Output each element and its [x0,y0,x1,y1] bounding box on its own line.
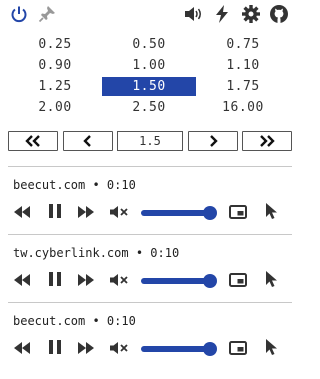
toolbar [0,0,300,28]
rewind-icon [13,340,31,359]
fast-forward-button[interactable] [75,270,97,292]
double-chevron-right-icon [259,132,275,151]
fast-forward-button[interactable] [75,202,97,224]
double-chevron-left-icon [25,132,41,151]
media-item: beecut.com • 0:10 [8,178,292,238]
fast-forward-icon [77,340,95,359]
pin-icon[interactable] [37,4,57,24]
fast-forward-icon [77,272,95,291]
speed-option[interactable]: 2.50 [102,98,196,117]
power-icon[interactable] [9,4,29,24]
media-title: beecut.com • 0:10 [13,178,136,192]
mute-button[interactable] [108,338,130,360]
fast-increase-button[interactable] [242,131,292,151]
pause-button[interactable] [44,338,66,360]
chevron-right-icon [208,132,218,151]
cursor-icon [264,202,278,224]
speed-row: 2.00 2.50 16.00 [8,97,292,118]
media-controls [8,338,292,360]
fast-decrease-button[interactable] [8,131,58,151]
mute-icon [109,272,129,291]
speed-option[interactable]: 16.00 [196,98,290,117]
mute-icon [109,340,129,359]
cursor-button[interactable] [260,270,282,292]
fast-forward-button[interactable] [75,338,97,360]
volume-slider-thumb[interactable] [203,342,217,356]
mute-button[interactable] [108,202,130,224]
speed-nav: 1.5 [8,131,292,151]
media-controls [8,270,292,292]
decrease-button[interactable] [62,131,113,151]
rewind-button[interactable] [11,338,33,360]
increase-button[interactable] [187,131,238,151]
pause-icon [48,271,62,291]
cursor-icon [264,338,278,360]
rewind-button[interactable] [11,202,33,224]
volume-slider[interactable] [141,274,217,288]
speed-row: 0.90 1.00 1.10 [8,55,292,76]
volume-slider-thumb[interactable] [203,274,217,288]
speed-option-selected[interactable]: 1.50 [102,77,196,96]
speed-option[interactable]: 0.50 [102,35,196,54]
cursor-button[interactable] [260,202,282,224]
rewind-button[interactable] [11,270,33,292]
speed-grid: 0.25 0.50 0.75 0.90 1.00 1.10 1.25 1.50 … [8,34,292,118]
speed-option[interactable]: 1.75 [196,77,290,96]
speed-row: 1.25 1.50 1.75 [8,76,292,97]
divider [8,302,292,303]
mute-icon [109,204,129,223]
pause-button[interactable] [44,202,66,224]
cursor-button[interactable] [260,338,282,360]
fast-forward-icon [77,204,95,223]
picture-in-picture-button[interactable] [227,270,249,292]
pause-button[interactable] [44,270,66,292]
picture-in-picture-button[interactable] [227,338,249,360]
chevron-left-icon [82,132,93,151]
volume-icon[interactable] [183,4,203,24]
speed-option[interactable]: 0.90 [8,56,102,75]
picture-in-picture-icon [229,272,247,291]
github-icon[interactable] [269,4,289,24]
speed-option[interactable]: 0.25 [8,35,102,54]
media-item: tw.cyberlink.com • 0:10 [8,246,292,306]
speed-option[interactable]: 0.75 [196,35,290,54]
speed-option[interactable]: 1.00 [102,56,196,75]
media-title: tw.cyberlink.com • 0:10 [13,246,180,260]
cursor-icon [264,270,278,292]
volume-slider[interactable] [141,342,217,356]
speed-option[interactable]: 2.00 [8,98,102,117]
rewind-icon [13,204,31,223]
media-controls [8,202,292,224]
pause-icon [48,339,62,359]
volume-slider[interactable] [141,206,217,220]
media-title: beecut.com • 0:10 [13,314,136,328]
current-speed-display: 1.5 [117,131,183,151]
mute-button[interactable] [108,270,130,292]
picture-in-picture-icon [229,204,247,223]
media-item: beecut.com • 0:10 [8,314,292,374]
speed-option[interactable]: 1.25 [8,77,102,96]
pause-icon [48,203,62,223]
gear-icon[interactable] [241,4,261,24]
lightning-icon[interactable] [212,4,232,24]
rewind-icon [13,272,31,291]
picture-in-picture-icon [229,340,247,359]
divider [8,234,292,235]
volume-slider-thumb[interactable] [203,206,217,220]
speed-row: 0.25 0.50 0.75 [8,34,292,55]
speed-option[interactable]: 1.10 [196,56,290,75]
picture-in-picture-button[interactable] [227,202,249,224]
divider [8,166,292,167]
